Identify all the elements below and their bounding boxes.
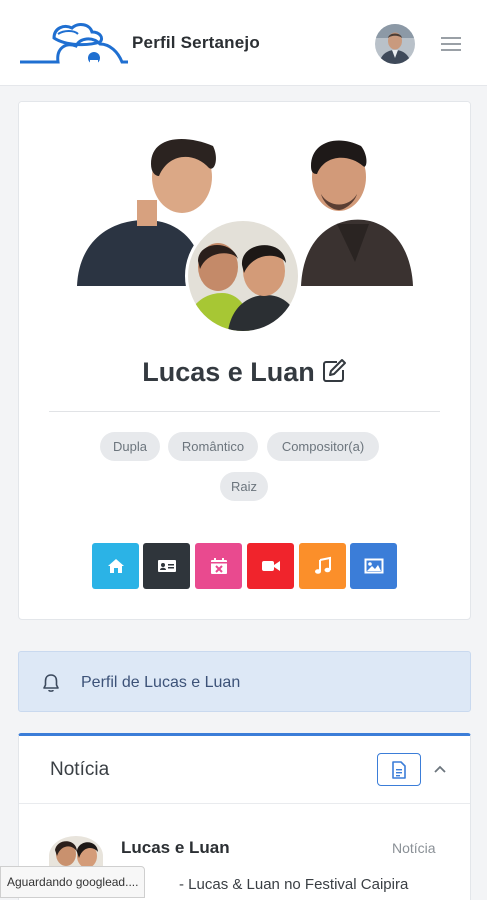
contact-card-icon [157,560,176,572]
guitar-hat-logo[interactable] [18,18,130,66]
top-navbar: Perfil Sertanejo [0,0,487,86]
music-button[interactable] [299,543,346,589]
news-item-title[interactable]: Lucas e Luan [121,838,230,858]
artist-profile-card: Lucas e Luan Dupla Romântico Compositor(… [18,101,471,620]
tag-romantico[interactable]: Romântico [168,432,258,461]
artist-avatar [185,218,301,334]
edit-icon[interactable] [321,358,347,384]
image-icon [364,558,383,574]
home-button[interactable] [92,543,139,589]
artist-name: Lucas e Luan [142,357,315,387]
brand-title[interactable]: Perfil Sertanejo [132,33,260,53]
document-icon [392,760,406,779]
news-card-title: Notícia [50,759,110,780]
artist-name-heading: Lucas e Luan [19,357,470,388]
gallery-button[interactable] [350,543,397,589]
user-avatar[interactable] [375,24,415,64]
browser-status-bar: Aguardando googlead.... [0,866,146,898]
chevron-up-icon[interactable] [431,760,449,778]
news-item-category: Notícia [392,840,436,856]
news-card-header: Notícia [19,736,470,804]
tag-raiz[interactable]: Raiz [220,472,268,501]
news-item-description[interactable]: - Lucas & Luan no Festival Caipira [179,876,408,893]
music-note-icon [314,556,331,574]
calendar-button[interactable] [195,543,242,589]
divider [49,411,440,412]
contact-card-button[interactable] [143,543,190,589]
video-camera-icon [261,561,280,571]
video-button[interactable] [247,543,294,589]
profile-notice: Perfil de Lucas e Luan [18,651,471,712]
tag-compositor[interactable]: Compositor(a) [267,432,379,461]
home-icon [107,559,124,573]
tag-dupla[interactable]: Dupla [100,432,160,461]
document-button[interactable] [377,753,421,786]
hamburger-menu-icon[interactable] [440,33,462,55]
calendar-icon [210,558,227,574]
bell-icon [43,674,59,692]
notice-text: Perfil de Lucas e Luan [81,674,241,691]
